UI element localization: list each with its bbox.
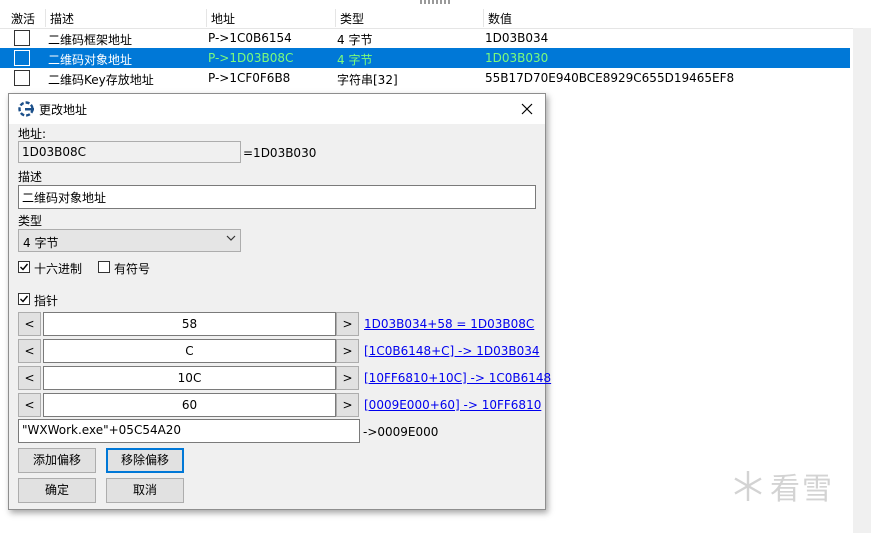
checkmark-icon (20, 295, 29, 303)
description-input[interactable]: 二维码对象地址 (18, 185, 536, 209)
offset-increment-button[interactable]: > (336, 339, 359, 363)
offset-decrement-button[interactable]: < (18, 393, 41, 417)
column-separator[interactable] (483, 9, 484, 27)
address-input[interactable]: 1D03B08C (18, 141, 241, 163)
offset-link[interactable]: [1C0B6148+C] -> 1D03B034 (364, 344, 540, 358)
signed-checkbox[interactable] (98, 261, 110, 273)
offset-decrement-button[interactable]: < (18, 366, 41, 390)
active-checkbox[interactable] (14, 70, 30, 86)
splitter-grip[interactable] (420, 0, 450, 4)
description-label: 描述 (18, 170, 43, 184)
type-select[interactable]: 4 字节 (18, 229, 241, 252)
base-address-result: ->0009E000 (363, 425, 439, 439)
checkmark-icon (20, 263, 29, 271)
row-description: 二维码Key存放地址 (48, 73, 154, 87)
vertical-scrollbar[interactable] (853, 28, 871, 533)
column-separator[interactable] (335, 9, 336, 27)
offset-input[interactable]: 10C (43, 366, 336, 390)
close-button[interactable] (515, 98, 539, 120)
row-address: P->1D03B08C (208, 51, 294, 65)
signed-label[interactable]: 有符号 (114, 260, 150, 277)
offset-increment-button[interactable]: > (336, 393, 359, 417)
offset-decrement-button[interactable]: < (18, 339, 41, 363)
change-address-dialog: 更改地址 地址: 1D03B08C =1D03B030 描述 二维码对象地址 类… (8, 93, 551, 510)
address-result: =1D03B030 (243, 146, 317, 160)
column-type[interactable]: 类型 (340, 10, 364, 27)
row-value: 1D03B034 (485, 31, 549, 45)
offset-link[interactable]: 1D03B034+58 = 1D03B08C (364, 317, 534, 331)
pointer-label[interactable]: 指针 (34, 292, 58, 309)
row-value: 55B17D70E940BCE8929C655D19465EF8 (485, 71, 735, 85)
row-type: 4 字节 (337, 33, 373, 47)
list-row-selected[interactable]: 二维码对象地址 P->1D03B08C 4 字节 1D03B030 (0, 48, 850, 68)
row-description: 二维码对象地址 (48, 53, 133, 67)
type-label: 类型 (18, 214, 43, 228)
type-select-value: 4 字节 (23, 236, 59, 250)
column-description[interactable]: 描述 (50, 10, 74, 27)
row-address: P->1C0B6154 (208, 31, 292, 45)
offset-input[interactable]: C (43, 339, 336, 363)
offset-link[interactable]: [10FF6810+10C] -> 1C0B6148 (364, 371, 551, 385)
row-type: 字符串[32] (337, 73, 398, 87)
column-active[interactable]: 激活 (11, 10, 35, 27)
row-value: 1D03B030 (485, 51, 549, 65)
ok-button[interactable]: 确定 (18, 478, 96, 503)
offset-decrement-button[interactable]: < (18, 312, 41, 336)
offset-increment-button[interactable]: > (336, 366, 359, 390)
offset-input[interactable]: 58 (43, 312, 336, 336)
address-label: 地址: (18, 127, 47, 141)
list-row[interactable]: 二维码框架地址 P->1C0B6154 4 字节 1D03B034 (0, 28, 850, 48)
row-type: 4 字节 (337, 53, 373, 67)
pointer-checkbox[interactable] (18, 293, 30, 305)
dialog-titlebar[interactable]: 更改地址 (9, 94, 545, 124)
hex-checkbox[interactable] (18, 261, 30, 273)
offset-link[interactable]: [0009E000+60] -> 10FF6810 (364, 398, 541, 412)
list-header: 激活 描述 地址 类型 数值 (0, 7, 866, 29)
row-description: 二维码框架地址 (48, 33, 133, 47)
column-separator[interactable] (206, 9, 207, 27)
list-row[interactable]: 二维码Key存放地址 P->1CF0F6B8 字符串[32] 55B17D70E… (0, 68, 850, 88)
offset-increment-button[interactable]: > (336, 312, 359, 336)
watermark-text: 看雪 (770, 472, 834, 507)
offset-input[interactable]: 60 (43, 393, 336, 417)
base-address-input[interactable]: "WXWork.exe"+05C54A20 (18, 419, 360, 443)
hex-label[interactable]: 十六进制 (34, 260, 82, 277)
column-address[interactable]: 地址 (211, 10, 235, 27)
column-separator[interactable] (45, 9, 46, 27)
add-offset-button[interactable]: 添加偏移 (18, 448, 96, 473)
column-value[interactable]: 数值 (488, 10, 512, 27)
cancel-button[interactable]: 取消 (106, 478, 184, 503)
active-checkbox[interactable] (14, 30, 30, 46)
cheat-engine-icon (18, 101, 34, 117)
remove-offset-button[interactable]: 移除偏移 (106, 448, 184, 473)
close-icon (521, 103, 533, 115)
chevron-down-icon (226, 235, 236, 241)
snowflake-logo-icon (734, 471, 762, 501)
dialog-title: 更改地址 (39, 103, 88, 117)
row-address: P->1CF0F6B8 (208, 71, 291, 85)
active-checkbox[interactable] (14, 50, 30, 66)
